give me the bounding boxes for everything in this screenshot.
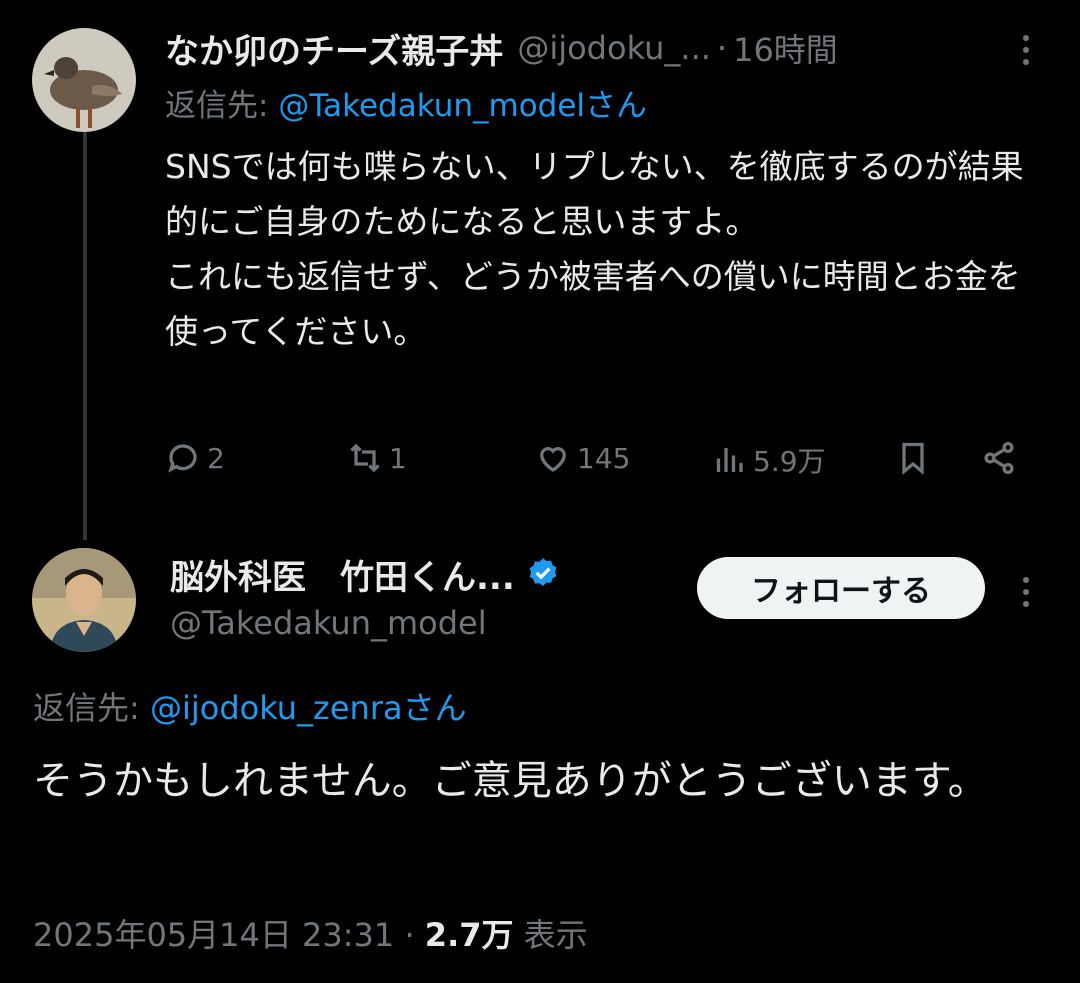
thread-line [83,132,87,540]
follow-button[interactable]: フォローする [697,557,985,619]
view-count: 2.7万 [424,916,514,954]
more-icon[interactable] [1014,572,1038,618]
avatar-doctor[interactable] [32,548,136,652]
tweet-meta: 2025年05月14日 23:31 · 2.7万 表示 [33,910,588,956]
reply-button[interactable]: 2 [165,440,225,476]
reply-to-line: 返信先: @Takedakun_modelさん [165,80,1045,125]
meta-separator: · [404,916,415,954]
view-count: 5.9万 [753,445,826,478]
avatar-duck[interactable] [32,28,136,132]
action-bar: 2 1 145 5.9万 [165,440,1035,486]
reply-count: 2 [207,441,225,475]
share-icon [984,441,1014,475]
reply-suffix: さん [585,88,648,124]
reply-suffix: さん [402,689,467,727]
repost-button[interactable]: 1 [347,440,407,476]
reply-icon [168,444,197,473]
reply-mention-link[interactable]: @Takedakun_modelさん [278,88,647,124]
view-label: 表示 [523,916,588,954]
time-separator: · [716,29,728,67]
author-handle[interactable]: @ijodoku_... [517,29,711,67]
views-icon [716,448,743,472]
verified-badge-icon [529,558,557,586]
like-count: 145 [577,441,631,475]
timestamp[interactable]: 2025年05月14日 23:31 [33,916,394,954]
reply-to-line: 返信先: @ijodoku_zenraさん [33,683,467,729]
reply-mention[interactable]: @ijodoku_zenra [150,689,403,727]
bookmark-button[interactable] [895,440,931,476]
author-name[interactable]: なか卯のチーズ親子丼 [165,24,503,73]
like-button[interactable]: 145 [535,440,630,476]
share-button[interactable] [981,440,1017,476]
views-button[interactable]: 5.9万 [711,440,826,480]
reply-mention-link[interactable]: @ijodoku_zenraさん [150,689,467,727]
reply-to-label: 返信先: [33,689,140,727]
repost-count: 1 [389,441,407,475]
tweet-text: そうかもしれません。ご意見ありがとうございます。 [33,758,988,804]
heart-icon [540,447,566,472]
bookmark-icon [902,442,924,476]
reply-to-label: 返信先: [165,88,269,124]
reply-mention[interactable]: @Takedakun_model [278,88,585,124]
tweet-text: SNSでは何も喋らない、リプしない、を徹底するのが結果的にご自身のためになると思… [165,147,1024,351]
more-icon[interactable] [1014,30,1038,76]
tweet-time[interactable]: 16時間 [733,25,838,71]
repost-icon [350,443,380,473]
author-name[interactable]: 脳外科医 竹田くん... [170,550,515,599]
